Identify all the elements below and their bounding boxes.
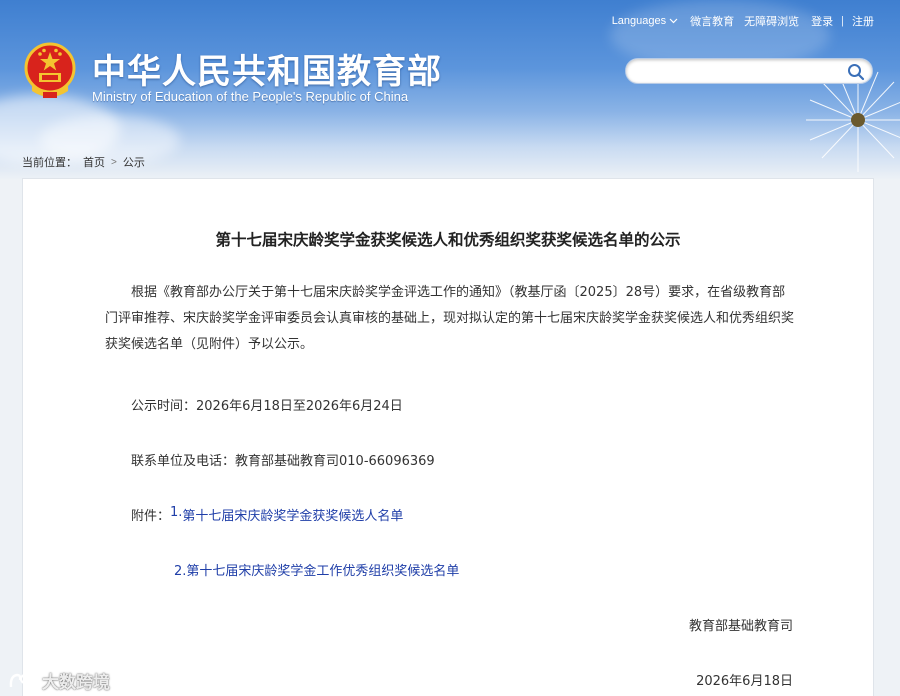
languages-dropdown[interactable]: Languages (612, 15, 678, 27)
page: 中华人民共和国教育部 Ministry of Education of the … (0, 0, 900, 696)
chevron-down-icon (669, 18, 678, 24)
attachment-link-organization-award[interactable]: 第十七届宋庆龄奖学金工作优秀组织奖候选名单 (186, 564, 459, 579)
site-subtitle: Ministry of Education of the People's Re… (92, 89, 409, 104)
attachment-number: 1. (170, 505, 183, 520)
top-navigation: Languages 微言教育 无障碍浏览 登录 | 注册 (612, 13, 874, 29)
nav-separator: | (841, 15, 844, 27)
contact-info: 联系单位及电话：教育部基础教育司010-66096369 (131, 454, 435, 469)
attachment-number: 2. (174, 564, 187, 579)
site-header: 中华人民共和国教育部 Ministry of Education of the … (0, 0, 900, 180)
attachment-row-2: 2.第十七届宋庆龄奖学金工作优秀组织奖候选名单 (174, 560, 459, 579)
breadcrumb-label: 当前位置： (22, 157, 77, 169)
site-title: 中华人民共和国教育部 (92, 52, 442, 92)
register-link[interactable]: 注册 (852, 13, 874, 29)
attachments-label: 附件： (131, 509, 171, 524)
breadcrumb-separator: > (111, 156, 117, 168)
article-content: 第十七届宋庆龄奖学金获奖候选人和优秀组织奖获奖候选名单的公示 根据《教育部办公厅… (22, 178, 874, 696)
watermark: 大数跨境 (8, 668, 110, 693)
national-emblem-icon (24, 42, 76, 98)
weibo-link[interactable]: 微言教育 (690, 13, 734, 29)
publish-date: 2026年6月18日 (696, 674, 793, 689)
announcement-period: 公示时间：2026年6月18日至2026年6月24日 (131, 399, 403, 414)
breadcrumb-home[interactable]: 首页 (83, 154, 105, 170)
search-icon[interactable] (846, 62, 866, 82)
article-intro: 根据《教育部办公厅关于第十七届宋庆龄奖学金评选工作的通知》（教基厅函〔2025〕… (105, 285, 795, 352)
attachment-row-1: 附件： 1. 第十七届宋庆龄奖学金获奖候选人名单 (131, 505, 403, 524)
breadcrumb-current[interactable]: 公示 (123, 154, 145, 170)
login-link[interactable]: 登录 (811, 13, 833, 29)
signature: 教育部基础教育司 (688, 619, 793, 634)
attachment-link-candidates[interactable]: 第十七届宋庆龄奖学金获奖候选人名单 (182, 505, 403, 524)
languages-link[interactable]: Languages (612, 15, 666, 27)
breadcrumb: 当前位置： 首页 > 公示 (22, 154, 145, 170)
watermark-text: 大数跨境 (42, 673, 110, 693)
watermark-logo-icon (9, 673, 38, 687)
article-title: 第十七届宋庆龄奖学金获奖候选人和优秀组织奖获奖候选名单的公示 (215, 231, 681, 249)
search-input[interactable] (636, 62, 836, 80)
search-box (625, 58, 873, 84)
accessibility-link[interactable]: 无障碍浏览 (744, 13, 799, 29)
